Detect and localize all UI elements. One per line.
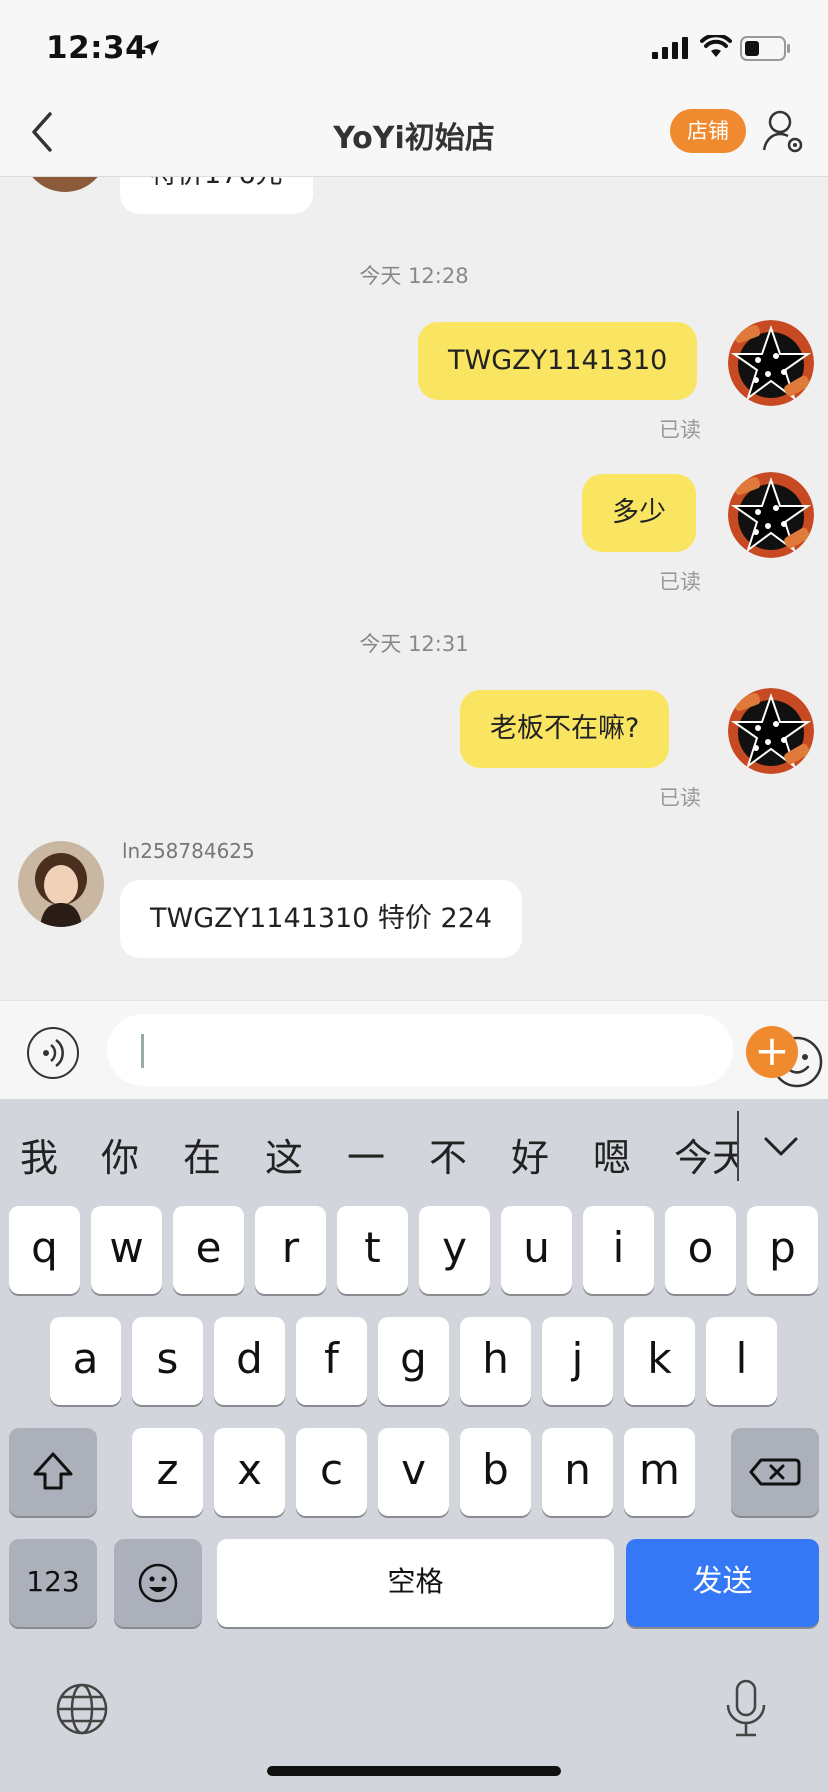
key-a[interactable]: a	[50, 1317, 121, 1405]
candidate-word[interactable]: 好	[511, 1127, 549, 1182]
candidate-word[interactable]: 不	[429, 1127, 467, 1182]
my-avatar[interactable]	[728, 320, 814, 406]
candidate-word[interactable]: 在	[183, 1127, 221, 1182]
my-message-bubble[interactable]: 多少	[582, 474, 696, 552]
candidate-word[interactable]: 嗯	[593, 1127, 631, 1182]
key-r[interactable]: r	[255, 1206, 326, 1294]
partial-message-bubble[interactable]: 特价176元	[120, 176, 313, 214]
key-u[interactable]: u	[501, 1206, 572, 1294]
candidate-word[interactable]: 我	[20, 1127, 58, 1182]
chevron-down-icon[interactable]	[762, 1135, 800, 1159]
globe-icon[interactable]	[54, 1681, 110, 1737]
navigation-header: 12:34 YoYi初始店 店铺	[0, 0, 828, 177]
my-message-bubble[interactable]: 老板不在嘛?	[460, 690, 670, 768]
location-arrow-icon	[143, 40, 159, 56]
space-key[interactable]: 空格	[217, 1539, 614, 1627]
backspace-key[interactable]	[731, 1428, 819, 1516]
my-message-bubble[interactable]: TWGZY1141310	[418, 322, 698, 400]
key-f[interactable]: f	[296, 1317, 367, 1405]
candidate-word[interactable]: 这	[265, 1127, 303, 1182]
star-avatar-icon	[728, 688, 814, 774]
emoji-key-icon	[138, 1563, 178, 1603]
partial-avatar	[22, 176, 108, 192]
read-receipt: 已读	[659, 570, 701, 594]
key-d[interactable]: d	[214, 1317, 285, 1405]
timestamp: 今天 12:31	[359, 632, 469, 656]
key-x[interactable]: x	[214, 1428, 285, 1516]
key-v[interactable]: v	[378, 1428, 449, 1516]
key-z[interactable]: z	[132, 1428, 203, 1516]
key-c[interactable]: c	[296, 1428, 367, 1516]
key-j[interactable]: j	[542, 1317, 613, 1405]
user-settings-icon[interactable]	[762, 108, 806, 156]
seller-username: ln258784625	[122, 839, 255, 863]
shift-key[interactable]	[9, 1428, 97, 1516]
numbers-key[interactable]: 123	[9, 1539, 97, 1627]
key-q[interactable]: q	[9, 1206, 80, 1294]
key-w[interactable]: w	[91, 1206, 162, 1294]
shift-arrow-icon	[33, 1452, 73, 1490]
key-k[interactable]: k	[624, 1317, 695, 1405]
star-avatar-icon	[728, 472, 814, 558]
key-g[interactable]: g	[378, 1317, 449, 1405]
candidate-word[interactable]: 你	[101, 1127, 139, 1182]
key-l[interactable]: l	[706, 1317, 777, 1405]
shop-button[interactable]: 店铺	[670, 109, 746, 153]
emoji-key[interactable]	[114, 1539, 202, 1627]
read-receipt: 已读	[659, 786, 701, 810]
candidate-bar: 我 你 在 这 一 不 好 嗯 今天	[0, 1099, 828, 1197]
keyboard: 我 你 在 这 一 不 好 嗯 今天 q w e r t y u i o p a…	[0, 1099, 828, 1792]
key-m[interactable]: m	[624, 1428, 695, 1516]
backspace-icon	[749, 1458, 801, 1486]
candidate-word[interactable]: 一	[347, 1127, 385, 1182]
seller-avatar[interactable]	[18, 841, 104, 927]
timestamp: 今天 12:28	[359, 264, 469, 288]
voice-input-button[interactable]	[27, 1027, 79, 1079]
key-i[interactable]: i	[583, 1206, 654, 1294]
more-options-button[interactable]: +	[746, 1026, 798, 1078]
microphone-icon[interactable]	[722, 1677, 770, 1741]
message-input[interactable]	[107, 1014, 823, 1088]
seller-message-bubble[interactable]: TWGZY1141310 特价 224	[120, 880, 523, 958]
home-indicator[interactable]	[267, 1766, 561, 1776]
key-y[interactable]: y	[419, 1206, 490, 1294]
key-n[interactable]: n	[542, 1428, 613, 1516]
send-key[interactable]: 发送	[626, 1539, 819, 1627]
chat-area[interactable]: 特价176元 今天 12:28 TWGZY1141310 已读 多少 已读 今天…	[0, 176, 828, 1000]
key-b[interactable]: b	[460, 1428, 531, 1516]
key-s[interactable]: s	[132, 1317, 203, 1405]
message-input-bar: +	[0, 1000, 828, 1099]
text-caret	[141, 1034, 144, 1068]
sound-wave-icon	[43, 1038, 64, 1068]
candidate-divider	[737, 1111, 739, 1181]
star-avatar-icon	[728, 320, 814, 406]
key-p[interactable]: p	[747, 1206, 818, 1294]
cellular-signal-icon	[652, 37, 688, 59]
wifi-icon	[700, 35, 732, 57]
candidate-word[interactable]: 今天	[674, 1127, 737, 1182]
read-receipt: 已读	[659, 418, 701, 442]
status-time: 12:34	[46, 30, 148, 66]
key-e[interactable]: e	[173, 1206, 244, 1294]
key-t[interactable]: t	[337, 1206, 408, 1294]
key-h[interactable]: h	[460, 1317, 531, 1405]
my-avatar[interactable]	[728, 472, 814, 558]
person-avatar-icon	[18, 841, 104, 927]
key-o[interactable]: o	[665, 1206, 736, 1294]
battery-icon	[740, 36, 790, 61]
my-avatar[interactable]	[728, 688, 814, 774]
